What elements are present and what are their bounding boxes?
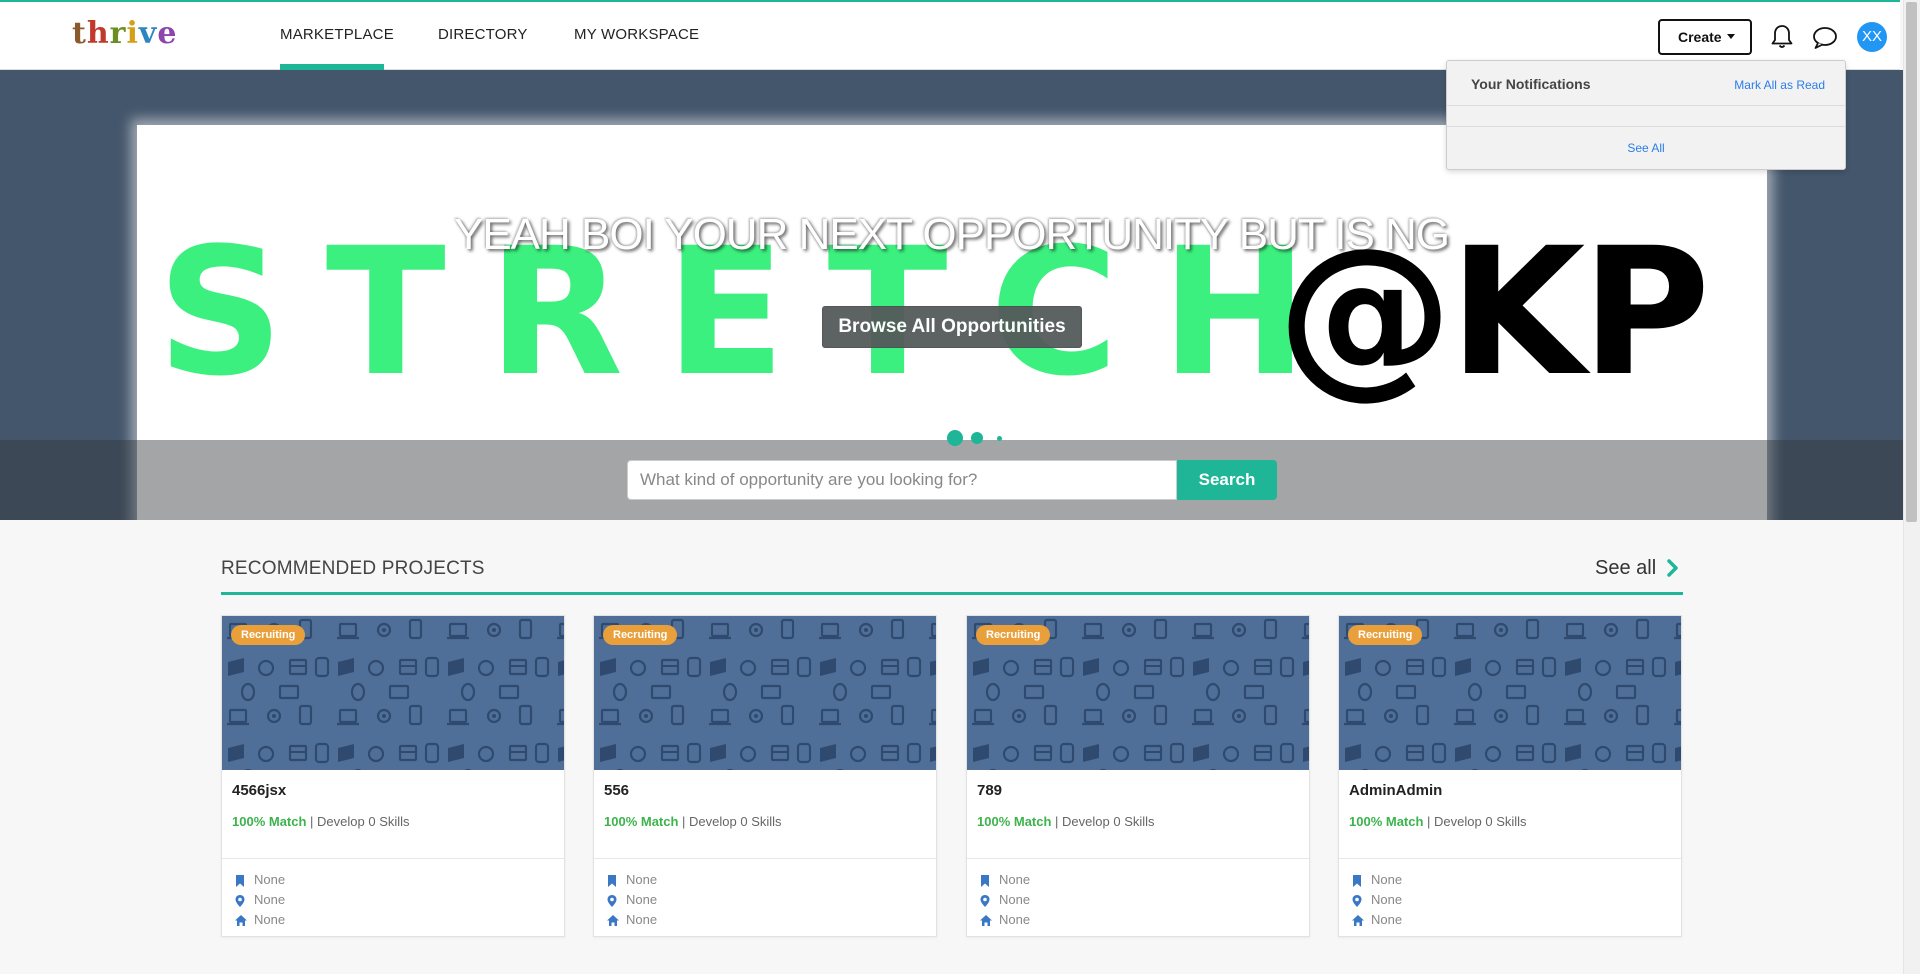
card-meta-value: None (1371, 872, 1403, 887)
develop-skills: Develop 0 Skills (689, 814, 782, 829)
divider (967, 858, 1309, 859)
card-image[interactable]: Recruiting (222, 616, 564, 770)
create-button[interactable]: Create (1658, 19, 1752, 55)
match-percent: 100% Match (977, 814, 1052, 829)
develop-skills: Develop 0 Skills (317, 814, 410, 829)
card-meta-value: None (626, 892, 658, 907)
card-image[interactable]: Recruiting (594, 616, 936, 770)
project-card[interactable]: Recruiting AdminAdmin 100% Match | Devel… (1338, 615, 1682, 937)
project-card[interactable]: Recruiting 4566jsx 100% Match | Develop … (221, 615, 565, 937)
project-card[interactable]: Recruiting 556 100% Match | Develop 0 Sk… (593, 615, 937, 937)
card-meta-value: None (1371, 892, 1403, 907)
card-meta-value: None (626, 912, 658, 927)
status-badge: Recruiting (976, 625, 1051, 645)
card-meta-value: None (254, 892, 286, 907)
card-meta-value: None (1371, 912, 1403, 927)
notifications-title: Your Notifications (1471, 76, 1591, 92)
separator: | (310, 814, 318, 829)
divider (1447, 105, 1845, 106)
separator: | (1427, 814, 1435, 829)
notifications-dropdown: Your Notifications Mark All as Read See … (1446, 60, 1846, 170)
develop-skills: Develop 0 Skills (1062, 814, 1155, 829)
separator: | (1055, 814, 1063, 829)
carousel-dot[interactable] (997, 436, 1002, 441)
nav-marketplace[interactable]: MARKETPLACE (280, 26, 394, 43)
see-all-notifications-link[interactable]: See All (1447, 141, 1845, 155)
card-title[interactable]: 789 (977, 782, 1002, 799)
chevron-right-icon[interactable] (1666, 558, 1680, 583)
nav-directory[interactable]: DIRECTORY (438, 26, 528, 43)
section-title: RECOMMENDED PROJECTS (221, 558, 485, 579)
card-meta-value: None (999, 892, 1031, 907)
browse-all-opportunities-button[interactable]: Browse All Opportunities (822, 306, 1082, 348)
divider (1447, 126, 1845, 127)
mark-all-read-link[interactable]: Mark All as Read (1734, 78, 1825, 92)
avatar[interactable]: XX (1857, 22, 1887, 52)
bell-icon[interactable] (1770, 24, 1794, 55)
divider (222, 858, 564, 859)
match-percent: 100% Match (1349, 814, 1424, 829)
card-match-line: 100% Match | Develop 0 Skills (1349, 814, 1527, 829)
develop-skills: Develop 0 Skills (1434, 814, 1527, 829)
card-match-line: 100% Match | Develop 0 Skills (604, 814, 782, 829)
opportunity-search-input[interactable] (627, 460, 1177, 500)
scrollbar-thumb[interactable] (1906, 2, 1917, 522)
hero-headline: YEAH BOI YOUR NEXT OPPORTUNITY BUT IS NG (453, 210, 1450, 259)
match-percent: 100% Match (604, 814, 679, 829)
project-card[interactable]: Recruiting 789 100% Match | Develop 0 Sk… (966, 615, 1310, 937)
card-image[interactable]: Recruiting (967, 616, 1309, 770)
chevron-down-icon (1727, 34, 1735, 39)
card-meta-value: None (999, 872, 1031, 887)
search-button[interactable]: Search (1177, 460, 1277, 500)
status-badge: Recruiting (1348, 625, 1423, 645)
section-divider (221, 592, 1683, 595)
card-meta-value: None (999, 912, 1031, 927)
carousel-dot[interactable] (971, 432, 983, 444)
card-meta-value: None (254, 912, 286, 927)
card-title[interactable]: AdminAdmin (1349, 782, 1442, 799)
status-badge: Recruiting (231, 625, 306, 645)
status-badge: Recruiting (603, 625, 678, 645)
card-title[interactable]: 556 (604, 782, 629, 799)
divider (594, 858, 936, 859)
thrive-logo[interactable]: thrive (72, 16, 177, 51)
card-meta-value: None (626, 872, 658, 887)
card-match-line: 100% Match | Develop 0 Skills (977, 814, 1155, 829)
carousel-dot[interactable] (947, 430, 963, 446)
separator: | (682, 814, 690, 829)
nav-my-workspace[interactable]: MY WORKSPACE (574, 26, 699, 43)
active-tab-indicator (280, 64, 384, 70)
chat-icon[interactable] (1812, 26, 1838, 55)
card-image[interactable]: Recruiting (1339, 616, 1681, 770)
card-title[interactable]: 4566jsx (232, 782, 286, 799)
match-percent: 100% Match (232, 814, 307, 829)
divider (1339, 858, 1681, 859)
see-all-link[interactable]: See all (1595, 557, 1656, 580)
card-meta-value: None (254, 872, 286, 887)
card-match-line: 100% Match | Develop 0 Skills (232, 814, 410, 829)
